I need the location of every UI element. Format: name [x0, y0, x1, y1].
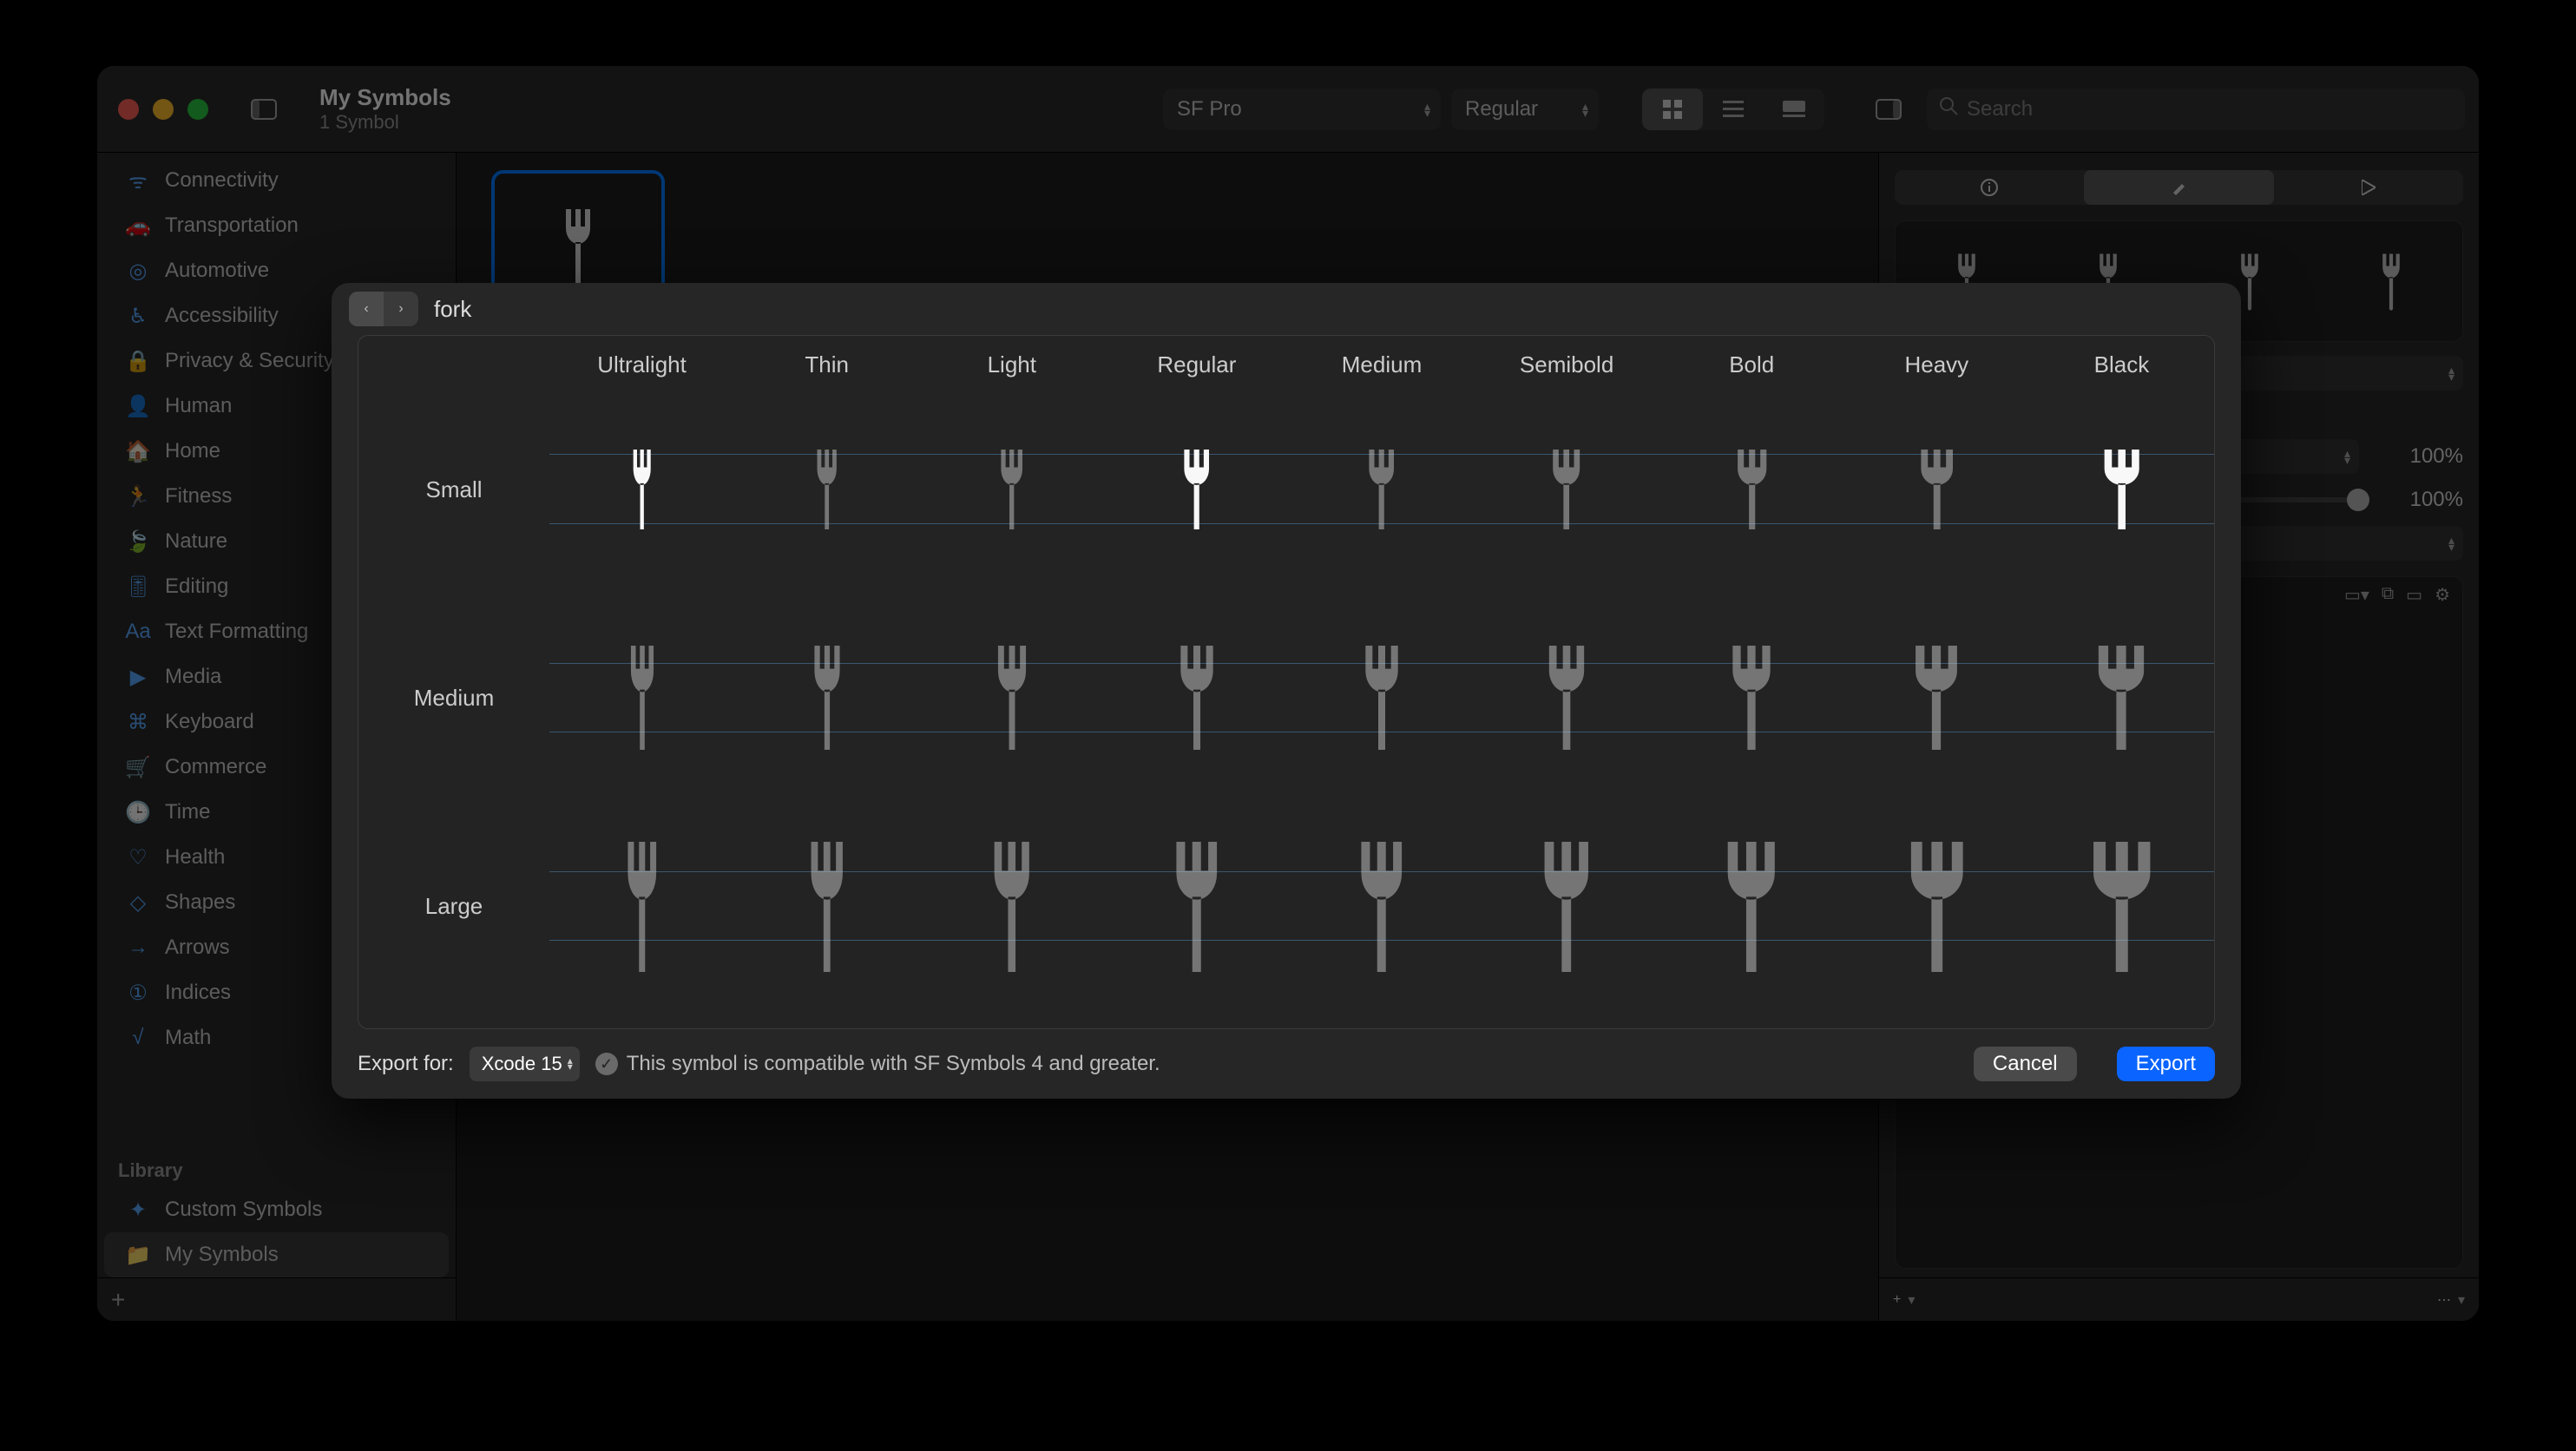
- variant-cell[interactable]: [2029, 594, 2214, 802]
- fork-icon: [809, 450, 844, 529]
- chevron-left-icon: ‹: [364, 301, 368, 317]
- export-target-select[interactable]: Xcode 15 ▴▾: [470, 1047, 580, 1081]
- export-button[interactable]: Export: [2117, 1047, 2215, 1081]
- fork-icon: [1908, 842, 1967, 972]
- variant-cell[interactable]: [1475, 385, 1659, 594]
- fork-icon: [1167, 842, 1226, 972]
- variant-cell[interactable]: [2029, 803, 2214, 1011]
- fork-icon: [1179, 450, 1214, 529]
- nav-segment: ‹ ›: [349, 292, 418, 326]
- weight-header-ultralight: Ultralight: [549, 351, 734, 378]
- export-sheet: ‹ › fork UltralightThinLightRegularMediu…: [332, 283, 2241, 1099]
- weight-header-heavy: Heavy: [1844, 351, 2029, 378]
- scale-row-small: Small: [358, 385, 2214, 594]
- variant-cell[interactable]: [734, 803, 919, 1011]
- app-window: My Symbols 1 Symbol SF Pro ▴▾ Regular ▴▾: [97, 66, 2479, 1321]
- variant-cell[interactable]: [1289, 385, 1474, 594]
- fork-icon: [2098, 646, 2145, 750]
- scale-label: Small: [358, 476, 549, 503]
- fork-icon: [1364, 450, 1399, 529]
- fork-icon: [624, 450, 660, 529]
- fork-icon: [1537, 842, 1596, 972]
- checkmark-icon: ✓: [595, 1053, 618, 1075]
- fork-icon: [2093, 842, 2152, 972]
- variant-cell[interactable]: [1104, 803, 1289, 1011]
- fork-icon: [1352, 842, 1411, 972]
- variant-cell[interactable]: [549, 594, 734, 802]
- export-for-label: Export for:: [358, 1052, 454, 1076]
- variant-cell[interactable]: [919, 385, 1104, 594]
- scale-row-large: Large: [358, 803, 2214, 1011]
- chevron-right-icon: ›: [398, 301, 403, 317]
- sheet-footer: Export for: Xcode 15 ▴▾ ✓ This symbol is…: [332, 1038, 2241, 1099]
- variant-cell[interactable]: [1289, 594, 1474, 802]
- variant-cell[interactable]: [734, 594, 919, 802]
- fork-icon: [804, 646, 851, 750]
- export-target-value: Xcode 15: [482, 1053, 562, 1075]
- cancel-label: Cancel: [1993, 1052, 2058, 1076]
- variant-cell[interactable]: [919, 594, 1104, 802]
- fork-icon: [619, 646, 666, 750]
- fork-icon: [2104, 450, 2139, 529]
- weight-headers: UltralightThinLightRegularMediumSemibold…: [358, 345, 2214, 385]
- weight-header-thin: Thin: [734, 351, 919, 378]
- fork-icon: [989, 646, 1035, 750]
- scale-label: Large: [358, 893, 549, 920]
- fork-icon: [798, 842, 857, 972]
- sheet-header: ‹ › fork: [332, 283, 2241, 335]
- variant-cell[interactable]: [1844, 385, 2029, 594]
- fork-icon: [1919, 450, 1955, 529]
- weight-header-bold: Bold: [1659, 351, 1844, 378]
- variant-cell[interactable]: [1844, 594, 2029, 802]
- variant-cell[interactable]: [549, 803, 734, 1011]
- scale-row-medium: Medium: [358, 594, 2214, 802]
- variant-cell[interactable]: [2029, 385, 2214, 594]
- fork-icon: [1548, 450, 1584, 529]
- weight-scale-grid: UltralightThinLightRegularMediumSemibold…: [358, 335, 2215, 1029]
- variant-cell[interactable]: [1475, 803, 1659, 1011]
- fork-icon: [1173, 646, 1220, 750]
- weight-header-light: Light: [919, 351, 1104, 378]
- variant-cell[interactable]: [919, 803, 1104, 1011]
- fork-icon: [1913, 646, 1960, 750]
- weight-header-semibold: Semibold: [1475, 351, 1659, 378]
- weight-header-medium: Medium: [1289, 351, 1474, 378]
- weight-header-black: Black: [2029, 351, 2214, 378]
- nav-back-button[interactable]: ‹: [349, 292, 384, 326]
- fork-icon: [1728, 646, 1775, 750]
- variant-cell[interactable]: [1659, 803, 1844, 1011]
- fork-icon: [1734, 450, 1770, 529]
- nav-forward-button[interactable]: ›: [384, 292, 418, 326]
- variant-cell[interactable]: [1659, 385, 1844, 594]
- fork-icon: [1358, 646, 1405, 750]
- variant-cell[interactable]: [1659, 594, 1844, 802]
- variant-cell[interactable]: [1104, 594, 1289, 802]
- fork-icon: [982, 842, 1042, 972]
- weight-header-regular: Regular: [1104, 351, 1289, 378]
- cancel-button[interactable]: Cancel: [1974, 1047, 2077, 1081]
- fork-icon: [994, 450, 1029, 529]
- chevron-updown-icon: ▴▾: [568, 1058, 573, 1070]
- scale-label: Medium: [358, 685, 549, 712]
- variant-cell[interactable]: [1104, 385, 1289, 594]
- variant-cell[interactable]: [734, 385, 919, 594]
- fork-icon: [613, 842, 672, 972]
- variant-cell[interactable]: [549, 385, 734, 594]
- compat-text: This symbol is compatible with SF Symbol…: [627, 1052, 1160, 1076]
- sheet-title: fork: [434, 296, 471, 323]
- fork-icon: [1543, 646, 1590, 750]
- fork-icon: [1722, 842, 1781, 972]
- export-label: Export: [2136, 1052, 2196, 1076]
- variant-cell[interactable]: [1475, 594, 1659, 802]
- variant-cell[interactable]: [1844, 803, 2029, 1011]
- variant-cell[interactable]: [1289, 803, 1474, 1011]
- compat-note: ✓ This symbol is compatible with SF Symb…: [595, 1052, 1160, 1076]
